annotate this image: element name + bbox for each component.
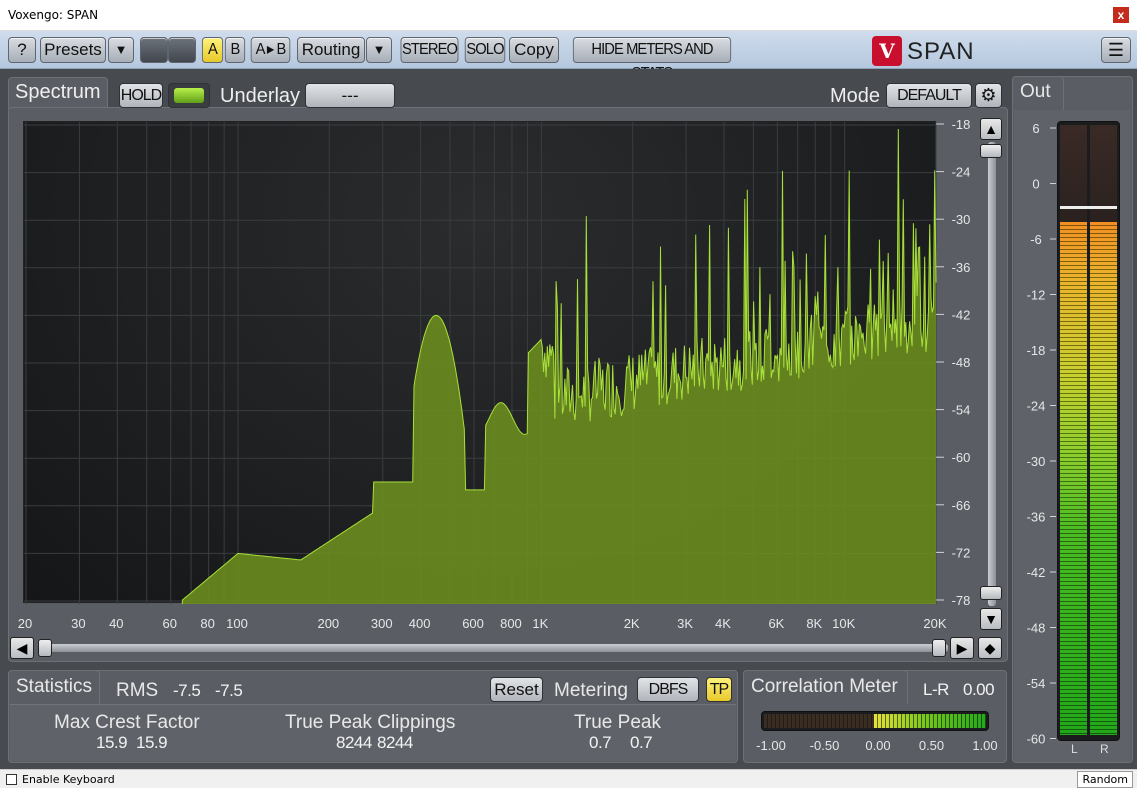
vertical-scroll-thumb-bottom[interactable] [980, 586, 1002, 600]
routing-button[interactable]: Routing [297, 37, 365, 63]
status-bar: Enable Keyboard Random [0, 769, 1137, 788]
menu-icon[interactable]: ☰ [1101, 37, 1131, 63]
lr-label: L-R [923, 680, 949, 699]
title-bar: Voxengo: SPAN x [0, 0, 1137, 31]
undo-icon[interactable] [140, 37, 168, 63]
routing-dropdown-button[interactable]: ▼ [366, 37, 392, 63]
mode-select[interactable]: DEFAULT [886, 83, 972, 108]
vertical-scrollbar[interactable]: ▲ ▼ [980, 116, 1002, 636]
crest-right: 15.9 [136, 733, 168, 752]
copy-button[interactable]: Copy [509, 37, 559, 63]
output-meter [1057, 121, 1120, 741]
span-window: Voxengo: SPAN x ? Presets ▼ A B A ▸ B Ro… [0, 0, 1137, 788]
tab-out[interactable]: Out [1020, 81, 1051, 103]
scroll-down-icon[interactable]: ▼ [980, 608, 1002, 630]
hold-toggle[interactable] [168, 83, 210, 108]
correlation-meter [761, 711, 989, 731]
rms-label: RMS [116, 680, 159, 701]
clippings-right: 8244 [377, 733, 413, 752]
underlay-label: Underlay [220, 85, 301, 107]
presets-button[interactable]: Presets [40, 37, 106, 63]
horizontal-scrollbar[interactable]: ◀ ▶ ◆ [10, 637, 1004, 659]
spectrum-fill [181, 129, 936, 604]
enable-keyboard-checkbox[interactable] [6, 774, 17, 785]
rms-left: -7.5 [173, 681, 201, 700]
settings-gear-icon[interactable]: ⚙ [975, 83, 1002, 108]
scroll-up-icon[interactable]: ▲ [980, 118, 1002, 140]
meter-r-bar [1090, 222, 1117, 735]
solo-button[interactable]: SOLO [464, 37, 506, 63]
redo-icon[interactable] [168, 37, 196, 63]
vertical-scroll-track[interactable] [988, 142, 996, 606]
window-title: Voxengo: SPAN [8, 8, 99, 22]
correlation-bar [874, 714, 986, 728]
metering-select[interactable]: DBFS [637, 677, 699, 702]
metering-label: Metering [554, 680, 628, 701]
spectrum-svg [24, 122, 937, 604]
voxengo-logo: V [872, 36, 902, 66]
true-peak-label: True Peak [574, 712, 661, 733]
presets-dropdown-button[interactable]: ▼ [108, 37, 134, 63]
scroll-right-icon[interactable]: ▶ [950, 637, 974, 659]
enable-keyboard-label: Enable Keyboard [22, 773, 115, 786]
spectrum-graph[interactable] [23, 121, 937, 604]
tab-spectrum[interactable]: Spectrum [15, 81, 101, 104]
clippings-left: 8244 [336, 733, 372, 752]
true-peak-right: 0.7 [630, 733, 653, 752]
underlay-select[interactable]: --- [305, 83, 395, 108]
close-icon[interactable]: x [1113, 7, 1129, 23]
scroll-left-icon[interactable]: ◀ [10, 637, 34, 659]
random-button[interactable]: Random [1077, 771, 1133, 788]
horizontal-scroll-thumb-right[interactable] [932, 639, 946, 657]
tab-correlation[interactable]: Correlation Meter [751, 676, 898, 698]
true-peak-left: 0.7 [589, 733, 612, 752]
crest-label: Max Crest Factor [54, 712, 200, 733]
horizontal-scroll-track[interactable] [38, 644, 948, 652]
hold-led-icon [174, 88, 204, 103]
zoom-reset-icon[interactable]: ◆ [978, 637, 1002, 659]
help-button[interactable]: ? [8, 37, 36, 63]
meter-l-bar [1060, 222, 1087, 735]
preset-b-button[interactable]: B [224, 37, 246, 63]
stereo-button[interactable]: STEREO [400, 37, 459, 63]
vertical-scroll-thumb[interactable] [980, 144, 1002, 158]
hide-meters-button[interactable]: HIDE METERS AND STATS [572, 37, 732, 82]
horizontal-scroll-thumb[interactable] [38, 639, 52, 657]
crest-left: 15.9 [96, 733, 128, 752]
lr-value: 0.00 [963, 680, 995, 699]
reset-button[interactable]: Reset [490, 677, 543, 702]
true-peak-toggle[interactable]: TP [706, 677, 732, 702]
copy-a-to-b-button[interactable]: A ▸ B [250, 37, 291, 63]
hold-button[interactable]: HOLD [119, 83, 163, 108]
rms-right: -7.5 [215, 681, 243, 700]
channel-r-label: R [1100, 742, 1109, 756]
mode-label: Mode [830, 85, 881, 107]
peak-hold-indicator [1060, 206, 1117, 209]
preset-a-button[interactable]: A [201, 37, 224, 63]
product-name: SPAN [907, 38, 975, 65]
channel-l-label: L [1071, 742, 1078, 756]
tab-statistics[interactable]: Statistics [16, 676, 92, 698]
clippings-label: True Peak Clippings [285, 712, 456, 733]
